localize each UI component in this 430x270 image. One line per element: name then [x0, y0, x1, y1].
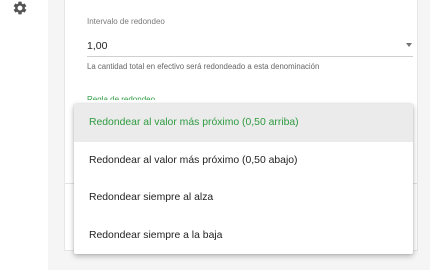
dropdown-option[interactable]: Redondear al valor más próximo (0,50 arr…	[74, 104, 413, 142]
rounding-interval-select[interactable]: 1,00	[87, 40, 107, 52]
dropdown-option[interactable]: Redondear al valor más próximo (0,50 aba…	[74, 142, 413, 180]
rounding-mode-dropdown: Redondear al valor más próximo (0,50 arr…	[74, 104, 413, 254]
dropdown-option[interactable]: Redondear siempre al alza	[74, 179, 413, 217]
rounding-mode-label: Regla de redondeo	[87, 95, 156, 100]
select-underline	[87, 56, 413, 57]
rounding-interval-label: Intervalo de redondeo	[87, 17, 165, 26]
left-rail	[0, 0, 48, 270]
chevron-down-icon[interactable]	[406, 43, 412, 47]
rounding-interval-helper: La cantidad total en efectivo será redon…	[87, 62, 320, 71]
dropdown-option[interactable]: Redondear siempre a la baja	[74, 217, 413, 255]
gear-icon[interactable]	[12, 0, 28, 16]
